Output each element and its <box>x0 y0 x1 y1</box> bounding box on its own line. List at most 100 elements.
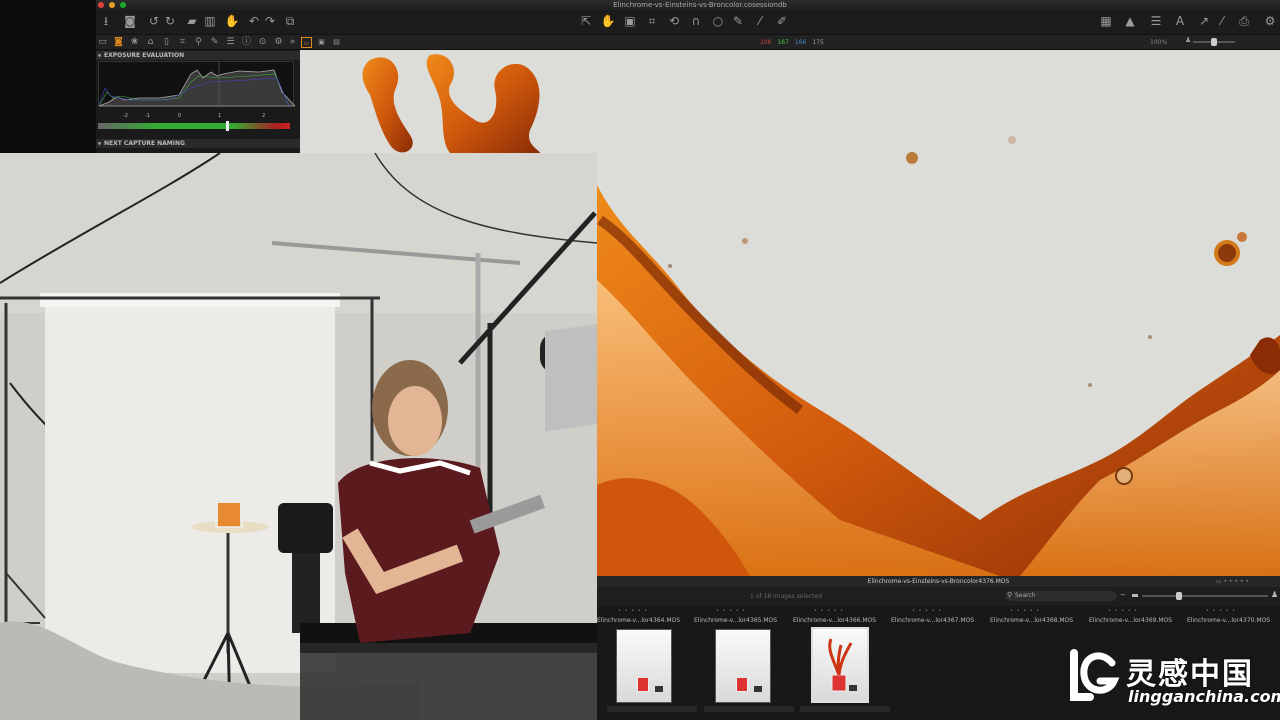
pan-icon[interactable]: ✋ <box>600 13 616 29</box>
next-capture-naming-header[interactable]: NEXT CAPTURE NAMING <box>96 139 300 148</box>
eraser-icon[interactable]: ✐ <box>774 13 790 29</box>
scale-tick: 2 <box>262 113 266 119</box>
close-window-button[interactable] <box>98 2 104 8</box>
list-tab-icon[interactable]: ☰ <box>225 37 236 48</box>
settings-icon[interactable]: ⚙ <box>1262 13 1278 29</box>
gear-icon[interactable]: ⚙ <box>273 37 284 48</box>
thumbnail-prop <box>655 686 663 692</box>
thumbnail-selected[interactable] <box>811 627 869 703</box>
rotate-icon[interactable]: ⟲ <box>666 13 682 29</box>
arrow-icon[interactable]: ↗ <box>1196 13 1212 29</box>
rotate-left-icon[interactable]: ↺ <box>146 13 162 29</box>
watermark-logo <box>1070 649 1120 701</box>
thumbnail-status-bar <box>607 706 697 712</box>
rating-stars[interactable]: • • • • • <box>716 608 746 614</box>
thumbnail[interactable] <box>715 629 771 703</box>
red-value: 106 <box>760 39 772 46</box>
camera-icon[interactable]: ◙ <box>122 13 138 29</box>
studio-scene <box>0 153 597 720</box>
file-label[interactable]: Elinchrome-v...lor4366.MOS <box>793 617 876 624</box>
multi-view-icon[interactable]: ▣ <box>316 37 327 48</box>
more-tabs-icon[interactable]: » <box>287 37 298 48</box>
compare-view-icon[interactable]: ▤ <box>331 37 342 48</box>
rotate-right-icon[interactable]: ↻ <box>162 13 178 29</box>
exposure-scale: -2 -1 0 1 2 <box>98 113 294 121</box>
rating-stars[interactable]: • • • • • <box>618 608 648 614</box>
color-tab-icon[interactable]: ❀ <box>129 37 140 48</box>
import-icon[interactable]: ⭳ <box>98 13 114 29</box>
thumbnail-glass <box>736 678 748 692</box>
green-value: 167 <box>777 39 789 46</box>
exposure-evaluation-header[interactable]: EXPOSURE EVALUATION <box>96 51 300 60</box>
watermark: 灵感中国 lingganchina.com <box>1060 643 1280 709</box>
rating-stars[interactable]: • • • • • <box>912 608 942 614</box>
info-tab-icon[interactable]: ⓘ <box>241 37 252 48</box>
rating-stars[interactable]: • • • • • <box>1108 608 1138 614</box>
search-input[interactable]: Search <box>1005 590 1117 601</box>
text-icon[interactable]: A <box>1172 13 1188 29</box>
luminance-value: 175 <box>812 39 824 46</box>
file-label[interactable]: Elinchrome-v...lor4368.MOS <box>990 617 1073 624</box>
scale-tick: -2 <box>123 113 128 119</box>
warning-icon[interactable]: ▲ <box>1122 13 1138 29</box>
zoom-slider-knob[interactable] <box>1211 38 1217 46</box>
camera-tab-icon[interactable]: ◙ <box>113 37 124 48</box>
keystone-icon[interactable]: ∩ <box>688 13 704 29</box>
hand-icon[interactable]: ✋ <box>224 13 240 29</box>
crop-tab-icon[interactable]: ⌗ <box>177 37 188 48</box>
brush-tab-icon[interactable]: ✎ <box>209 37 220 48</box>
rating-stars[interactable]: • • • • • <box>1010 608 1040 614</box>
folder-icon[interactable]: ▰ <box>184 13 200 29</box>
exposure-meter <box>98 123 290 129</box>
minimize-window-button[interactable] <box>109 2 115 8</box>
zoom-slider[interactable]: ♟ <box>1185 36 1245 46</box>
grid-icon[interactable]: ▦ <box>1098 13 1114 29</box>
trash-icon[interactable]: ▥ <box>202 13 218 29</box>
person-large-icon: ♟ <box>1271 590 1279 599</box>
search-icon[interactable]: ⚲ <box>193 37 204 48</box>
picker-icon[interactable]: ⁄ <box>752 13 768 29</box>
presenter-video <box>0 153 597 720</box>
zoom-window-button[interactable] <box>120 2 126 8</box>
watermark-url: lingganchina.com <box>1128 687 1280 706</box>
undo-icon[interactable]: ↶ <box>246 13 262 29</box>
pointer-icon[interactable]: ⇱ <box>578 13 594 29</box>
crop-frame-icon[interactable]: ▣ <box>622 13 638 29</box>
file-label[interactable]: Elinchrome-v...lor4364.MOS <box>597 617 680 624</box>
file-label[interactable]: Elinchrome-v...lor4370.MOS <box>1187 617 1280 624</box>
rgb-readout: 106 167 166 175 <box>760 39 824 46</box>
thumbnail-status-bar <box>704 706 794 712</box>
thumbnail[interactable] <box>616 629 672 703</box>
rating-stars[interactable]: • • • • • <box>814 608 844 614</box>
scale-tick: 1 <box>218 113 222 119</box>
rating-stars[interactable]: • • • • • <box>1206 608 1236 614</box>
print-icon[interactable]: ⎙ <box>1236 13 1252 29</box>
pen-icon[interactable]: ⁄ <box>1214 13 1230 29</box>
window-title: Elinchrome-vs-Einsteins-vs-Broncolor.cos… <box>613 1 787 9</box>
brush-icon[interactable]: ✎ <box>730 13 746 29</box>
exposure-indicator <box>226 121 229 131</box>
file-label[interactable]: Elinchrome-v...lor4369.MOS <box>1089 617 1172 624</box>
file-label[interactable]: Elinchrome-v...lor4365.MOS <box>694 617 777 624</box>
output-tab-icon[interactable]: ⊙ <box>257 37 268 48</box>
stack-icon[interactable]: ⧉ <box>282 13 298 29</box>
minus-icon[interactable]: − <box>1120 591 1126 599</box>
exposure-tab-icon[interactable]: ⌂ <box>145 37 156 48</box>
window-controls <box>98 2 126 8</box>
thumbnail-prop <box>754 686 762 692</box>
thumbnail-size-slider[interactable] <box>1142 595 1268 597</box>
thumbnail-size-knob[interactable] <box>1176 592 1182 600</box>
file-label[interactable]: Elinchrome-v...lor4367.MOS <box>891 617 974 624</box>
lens-tab-icon[interactable]: ▯ <box>161 37 172 48</box>
folder-tab-icon[interactable]: ▭ <box>97 37 108 48</box>
circle-icon[interactable]: ○ <box>710 13 726 29</box>
single-view-icon[interactable]: ▭ <box>301 37 312 48</box>
histogram <box>98 61 296 107</box>
redo-icon[interactable]: ↷ <box>262 13 278 29</box>
thumbnail-glass <box>637 678 649 692</box>
browser-options-icon[interactable]: ▭ • • • • • <box>1216 578 1249 585</box>
selection-count: 1 of 18 images selected <box>750 593 823 600</box>
thumbnail-status-bar <box>800 706 890 712</box>
crop-icon[interactable]: ⌗ <box>644 13 660 29</box>
list-icon[interactable]: ☰ <box>1148 13 1164 29</box>
